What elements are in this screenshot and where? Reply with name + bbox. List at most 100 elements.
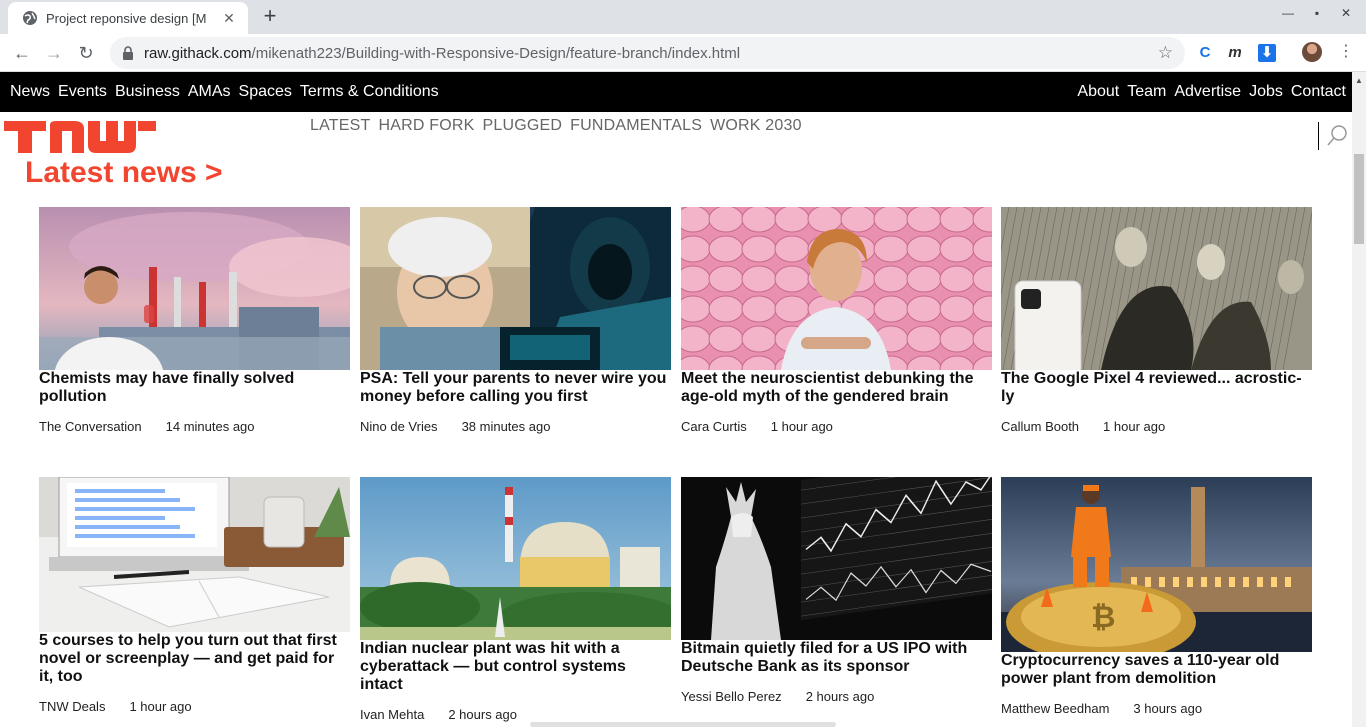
article-author[interactable]: TNW Deals — [39, 699, 105, 714]
browser-tab[interactable]: Project reponsive design [M ✕ — [8, 2, 248, 34]
article-card[interactable]: Bitmain quietly filed for a US IPO with … — [681, 477, 992, 704]
article-time: 2 hours ago — [448, 707, 517, 722]
scrollbar-thumb[interactable] — [1354, 154, 1364, 244]
page-scrollbar[interactable]: ▲ — [1352, 72, 1366, 727]
globe-icon — [23, 11, 37, 25]
article-author[interactable]: Ivan Mehta — [360, 707, 424, 722]
extension-m-icon[interactable]: m — [1226, 44, 1244, 62]
profile-avatar[interactable] — [1302, 42, 1322, 62]
subnav-link-latest[interactable]: LATEST — [310, 117, 370, 135]
article-title[interactable]: 5 courses to help you turn out that firs… — [39, 632, 350, 686]
new-tab-button[interactable]: + — [258, 5, 282, 29]
woman-pink-brains-image — [681, 207, 992, 370]
article-card[interactable]: ₿ Cryptocurrency saves a 110-year old po… — [1001, 477, 1312, 716]
nav-link-spaces[interactable]: Spaces — [239, 83, 292, 101]
page-viewport: News Events Business AMAs Spaces Terms & Cond… — [0, 72, 1352, 727]
nav-link-events[interactable]: Events — [58, 83, 107, 101]
forward-icon[interactable]: → — [43, 42, 65, 64]
article-image[interactable] — [681, 207, 992, 370]
tnw-logo[interactable] — [4, 117, 156, 153]
article-title[interactable]: The Google Pixel 4 reviewed... acrostic-… — [1001, 370, 1312, 406]
article-time: 1 hour ago — [1103, 419, 1166, 434]
scroll-up-icon[interactable]: ▲ — [1355, 76, 1363, 85]
bookmark-star-icon[interactable]: ☆ — [1158, 43, 1173, 63]
url-path: /mikenath223/Building-with-Responsive-De… — [251, 44, 741, 62]
article-meta: Matthew Beedham 3 hours ago — [1001, 701, 1312, 716]
minimize-icon[interactable]: — — [1278, 6, 1298, 20]
article-card[interactable]: Indian nuclear plant was hit with a cybe… — [360, 477, 671, 722]
article-meta: TNW Deals 1 hour ago — [39, 699, 350, 714]
article-author[interactable]: Nino de Vries — [360, 419, 438, 434]
nav-link-team[interactable]: Team — [1127, 83, 1166, 101]
article-image[interactable] — [1001, 207, 1312, 370]
article-card[interactable]: Chemists may have finally solved polluti… — [39, 207, 350, 434]
nav-link-contact[interactable]: Contact — [1291, 83, 1346, 101]
reload-icon[interactable]: ↻ — [75, 42, 97, 64]
latest-news-heading[interactable]: Latest news > — [25, 156, 223, 190]
article-meta: Ivan Mehta 2 hours ago — [360, 707, 671, 722]
article-image[interactable]: ₿ — [1001, 477, 1312, 652]
scientist-factory-smoke-image — [39, 207, 350, 370]
menu-kebab-icon[interactable]: ⋮ — [1338, 42, 1354, 62]
sub-nav: LATEST HARD FORK PLUGGED FUNDAMENTALS WORK 2… — [310, 117, 802, 135]
article-author[interactable]: Cara Curtis — [681, 419, 747, 434]
article-card[interactable]: The Google Pixel 4 reviewed... acrostic-… — [1001, 207, 1312, 434]
article-card[interactable]: PSA: Tell your parents to never wire you… — [360, 207, 671, 434]
article-title[interactable]: Meet the neuroscientist debunking the ag… — [681, 370, 992, 406]
nav-link-about[interactable]: About — [1077, 83, 1119, 101]
site-nav-right: About Team Advertise Jobs Contact — [1077, 83, 1346, 101]
nav-link-jobs[interactable]: Jobs — [1249, 83, 1283, 101]
back-icon[interactable]: ← — [11, 42, 33, 64]
article-card[interactable]: 5 courses to help you turn out that firs… — [39, 477, 350, 714]
search-button[interactable] — [1318, 122, 1350, 150]
close-tab-icon[interactable]: ✕ — [220, 10, 238, 27]
article-image[interactable] — [39, 207, 350, 370]
address-bar[interactable]: raw.githack.com/mikenath223/Building-wit… — [110, 37, 1185, 69]
article-time: 1 hour ago — [770, 419, 833, 434]
article-title[interactable]: PSA: Tell your parents to never wire you… — [360, 370, 671, 406]
article-image[interactable] — [39, 477, 350, 632]
article-meta: Nino de Vries 38 minutes ago — [360, 419, 671, 434]
close-window-icon[interactable]: ✕ — [1336, 6, 1356, 20]
url-host: raw.githack.com — [144, 44, 252, 62]
subnav-link-plugged[interactable]: PLUGGED — [483, 117, 563, 135]
article-author[interactable]: Callum Booth — [1001, 419, 1079, 434]
article-meta: Callum Booth 1 hour ago — [1001, 419, 1312, 434]
site-top-nav: News Events Business AMAs Spaces Terms & Cond… — [0, 72, 1352, 112]
article-time: 2 hours ago — [805, 689, 875, 704]
lock-icon — [123, 46, 133, 60]
article-title[interactable]: Chemists may have finally solved polluti… — [39, 370, 350, 406]
horizontal-scroll-indicator — [530, 722, 836, 727]
article-time: 1 hour ago — [129, 699, 192, 714]
grandma-and-hacker-image — [360, 207, 671, 370]
article-author[interactable]: Matthew Beedham — [1001, 701, 1109, 716]
article-title[interactable]: Indian nuclear plant was hit with a cybe… — [360, 640, 671, 694]
nav-link-terms-conditions[interactable]: Terms & Conditions — [300, 83, 439, 101]
article-image[interactable] — [360, 207, 671, 370]
worker-on-bitcoin-image: ₿ — [1001, 477, 1312, 652]
article-time: 3 hours ago — [1133, 701, 1203, 716]
extension-c-icon[interactable]: C — [1196, 44, 1214, 62]
article-image[interactable] — [360, 477, 671, 640]
article-title[interactable]: Cryptocurrency saves a 110-year old powe… — [1001, 652, 1312, 688]
article-author[interactable]: Yessi Bello Perez — [681, 689, 782, 704]
subnav-link-work-2030[interactable]: WORK 2030 — [710, 117, 802, 135]
article-time: 14 minutes ago — [165, 419, 255, 434]
nav-link-amas[interactable]: AMAs — [188, 83, 231, 101]
maximize-icon[interactable]: ▪ — [1307, 6, 1327, 20]
subnav-link-hard-fork[interactable]: HARD FORK — [378, 117, 474, 135]
nav-link-news[interactable]: News — [10, 83, 50, 101]
tab-strip: Project reponsive design [M ✕ + — ▪ ✕ — [0, 0, 1366, 34]
svg-text:₿: ₿ — [1091, 601, 1115, 634]
article-card[interactable]: Meet the neuroscientist debunking the ag… — [681, 207, 992, 434]
article-author[interactable]: The Conversation — [39, 419, 142, 434]
article-image[interactable] — [681, 477, 992, 640]
subnav-link-fundamentals[interactable]: FUNDAMENTALS — [570, 117, 702, 135]
nav-link-business[interactable]: Business — [115, 83, 180, 101]
article-time: 38 minutes ago — [461, 419, 551, 434]
nav-link-advertise[interactable]: Advertise — [1174, 83, 1241, 101]
download-icon[interactable]: ⬇ — [1258, 44, 1276, 62]
article-title[interactable]: Bitmain quietly filed for a US IPO with … — [681, 640, 992, 676]
search-icon — [1327, 125, 1347, 146]
article-meta: Yessi Bello Perez 2 hours ago — [681, 689, 992, 704]
